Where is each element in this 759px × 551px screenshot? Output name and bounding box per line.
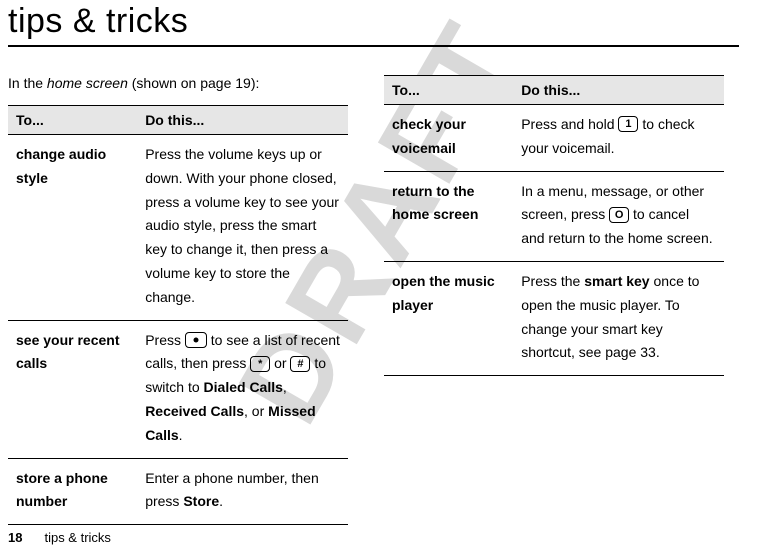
row-do: Press to see a list of recent calls, the… <box>137 320 348 458</box>
tips-table-right: To... Do this... check your voicemailPre… <box>384 75 724 376</box>
page-number: 18 <box>8 530 22 545</box>
intro-suffix-b: ): <box>251 75 260 91</box>
left-column: In the home screen (shown on page 19): T… <box>8 75 348 525</box>
end-key-icon: O <box>609 207 629 223</box>
left-tbody: change audio stylePress the volume keys … <box>8 135 348 525</box>
hash-key-icon: # <box>290 356 310 372</box>
nav-key-icon <box>185 332 207 348</box>
col-header-to: To... <box>384 76 513 105</box>
row-key: store a phone number <box>8 458 137 525</box>
col-header-do: Do this... <box>513 76 724 105</box>
ui-label: Dialed Calls <box>204 379 283 395</box>
row-do: Press and hold 1 to check your voicemail… <box>513 105 724 172</box>
col-header-do: Do this... <box>137 106 348 135</box>
intro-prefix: In the <box>8 75 47 91</box>
footer-section: tips & tricks <box>44 530 110 545</box>
row-do: Press the volume keys up or down. With y… <box>137 135 348 321</box>
row-do: Press the smart key once to open the mus… <box>513 261 724 375</box>
tips-table-left: To... Do this... change audio stylePress… <box>8 105 348 525</box>
bold-text: smart key <box>584 273 649 289</box>
row-key: open the music player <box>384 261 513 375</box>
row-do: Enter a phone number, then press Store. <box>137 458 348 525</box>
one-key-icon: 1 <box>618 116 638 132</box>
row-key: change audio style <box>8 135 137 321</box>
right-tbody: check your voicemailPress and hold 1 to … <box>384 105 724 376</box>
table-row: return to the home screenIn a menu, mess… <box>384 171 724 261</box>
row-key: check your voicemail <box>384 105 513 172</box>
table-row: see your recent callsPress to see a list… <box>8 320 348 458</box>
star-key-icon: * <box>250 356 270 372</box>
intro-text: In the home screen (shown on page 19): <box>8 75 348 91</box>
page-footer: 18 tips & tricks <box>8 530 111 545</box>
table-row: store a phone numberEnter a phone number… <box>8 458 348 525</box>
intro-suffix-a: (shown on page <box>128 75 235 91</box>
intro-em: home screen <box>47 75 128 91</box>
row-key: return to the home screen <box>384 171 513 261</box>
row-do: In a menu, message, or other screen, pre… <box>513 171 724 261</box>
table-row: open the music playerPress the smart key… <box>384 261 724 375</box>
intro-page-ref: 19 <box>235 75 251 91</box>
col-header-to: To... <box>8 106 137 135</box>
page-title: tips & tricks <box>8 2 739 41</box>
title-rule <box>8 45 739 47</box>
page-content: tips & tricks In the home screen (shown … <box>0 2 759 551</box>
ui-label: Received Calls <box>145 403 244 419</box>
columns: In the home screen (shown on page 19): T… <box>8 75 739 525</box>
right-column: To... Do this... check your voicemailPre… <box>384 75 724 525</box>
table-row: change audio stylePress the volume keys … <box>8 135 348 321</box>
table-row: check your voicemailPress and hold 1 to … <box>384 105 724 172</box>
row-key: see your recent calls <box>8 320 137 458</box>
ui-label: Store <box>183 493 219 509</box>
